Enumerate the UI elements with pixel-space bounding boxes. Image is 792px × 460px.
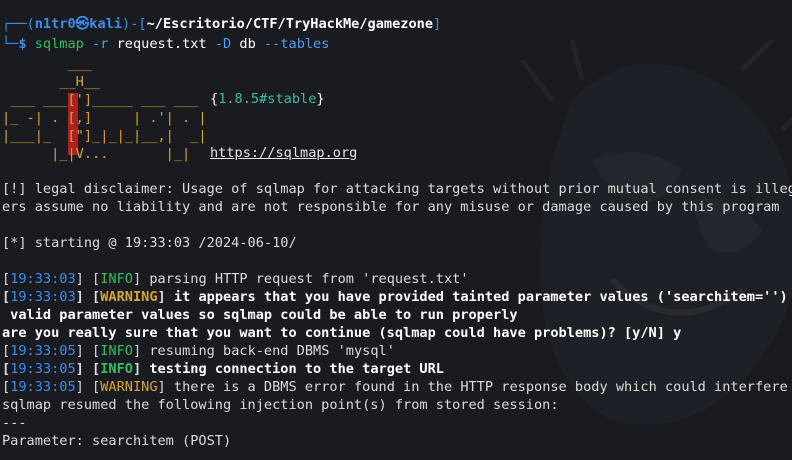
prompt-user: n1tr0 — [34, 16, 76, 32]
banner-version: {1.8.5#stable} — [210, 91, 325, 107]
prompt-header: ┌──(n1tr0㉿kali)-[~/Escritorio/CTF/TryHac… — [2, 16, 442, 32]
log-line: [19:33:05] [WARNING] there is a DBMS err… — [2, 379, 792, 395]
terminal[interactable]: ┌──(n1tr0㉿kali)-[~/Escritorio/CTF/TryHac… — [0, 0, 792, 451]
log-line: [19:33:03] [WARNING] it appears that you… — [2, 289, 792, 305]
command-line: └─$ sqlmap -r request.txt -D db --tables — [2, 36, 330, 52]
starting-line: [*] starting @ 19:33:03 /2024-06-10/ — [2, 235, 297, 251]
banner-logo-line: |_ -| . [,] | .'| . | — [2, 110, 207, 126]
banner-logo-line: |_|V... |_| — [2, 146, 215, 162]
log-line: --- — [2, 415, 27, 431]
prompt-host: kali — [89, 16, 123, 32]
log-line: [19:33:05] [INFO] testing connection to … — [2, 361, 444, 377]
log-line: Parameter: searchitem (POST) — [2, 433, 232, 449]
disclaimer-line: ers assume no liability and are not resp… — [2, 199, 780, 215]
banner-logo-line: ___ ___[']_____ ___ ___ — [2, 92, 215, 108]
command-arg: -D — [214, 36, 232, 52]
prompt-path: ~/Escritorio/CTF/TryHackMe/gamezone — [146, 16, 434, 32]
banner-logo-line: |___|_ ["]_|_|_|__,| _| — [2, 128, 207, 144]
prompt-at: ㉿ — [75, 16, 90, 32]
log-line: sqlmap resumed the following injection p… — [2, 397, 559, 413]
banner-url[interactable]: https://sqlmap.org — [210, 144, 357, 162]
log-line: [19:33:03] [INFO] parsing HTTP request f… — [2, 271, 469, 287]
banner-logo-line: ___ — [2, 56, 93, 72]
log-line: valid parameter values so sqlmap could b… — [2, 307, 518, 323]
command-arg: request.txt — [116, 36, 207, 52]
command-arg: db — [239, 36, 256, 52]
disclaimer-line: [!] legal disclaimer: Usage of sqlmap fo… — [2, 181, 792, 197]
banner-logo-line: __H__ — [2, 74, 101, 90]
command-arg: -r — [92, 36, 109, 52]
log-line: are you really sure that you want to con… — [2, 325, 682, 341]
log-line: [19:33:05] [INFO] resuming back-end DBMS… — [2, 343, 395, 359]
command-name: sqlmap — [34, 36, 84, 52]
command-arg: --tables — [263, 36, 330, 52]
